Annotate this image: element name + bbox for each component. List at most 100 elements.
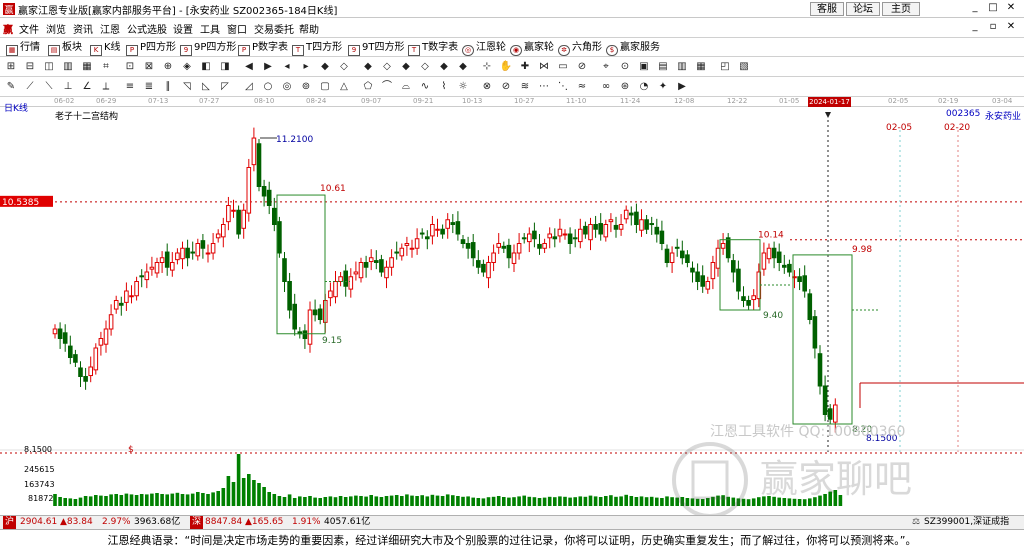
dbl-ring-icon[interactable]: ⊚ — [299, 80, 313, 94]
tri-c-icon[interactable]: ◸ — [218, 80, 232, 94]
diamond-icon[interactable]: ◈ — [180, 60, 194, 74]
prev-icon[interactable]: ◀ — [242, 60, 256, 74]
menu-file[interactable]: 文件 — [19, 21, 39, 36]
fill-icon[interactable]: ▣ — [637, 60, 651, 74]
pie-icon[interactable]: ◔ — [637, 80, 651, 94]
sparkle-icon[interactable]: ✦ — [656, 80, 670, 94]
pentagon-icon[interactable]: ⬠ — [361, 80, 375, 94]
parallel-icon[interactable]: ∥ — [161, 80, 175, 94]
menu-info[interactable]: 资讯 — [73, 21, 93, 36]
nav-winner-wheel[interactable]: ◉ 赢家轮 — [510, 40, 554, 56]
slash-icon[interactable]: ⊘ — [575, 60, 589, 74]
boxx-icon[interactable]: ⊠ — [142, 60, 156, 74]
nav-t-square[interactable]: T T四方形 — [292, 40, 342, 56]
panel-left-icon[interactable]: ◧ — [199, 60, 213, 74]
list-b-icon[interactable]: ▥ — [675, 60, 689, 74]
tri-b-icon[interactable]: ◺ — [199, 80, 213, 94]
next-icon[interactable]: ▶ — [261, 60, 275, 74]
circle-icon[interactable]: ⊙ — [618, 60, 632, 74]
menu-tools[interactable]: 工具 — [200, 21, 220, 36]
waves-icon[interactable]: ≋ — [518, 80, 532, 94]
line-down-icon[interactable]: ⟍ — [42, 80, 56, 94]
ban-icon[interactable]: ⊘ — [499, 80, 513, 94]
lines-4-icon[interactable]: ≣ — [142, 80, 156, 94]
approx-icon[interactable]: ≈ — [575, 80, 589, 94]
mark-h-icon[interactable]: ◆ — [456, 60, 470, 74]
dots-icon[interactable]: ⋯ — [537, 80, 551, 94]
mark-d-icon[interactable]: ◇ — [380, 60, 394, 74]
tri-a-icon[interactable]: ◹ — [180, 80, 194, 94]
circle-icon[interactable]: ○ — [261, 80, 275, 94]
hash-icon[interactable]: ⌗ — [99, 60, 113, 74]
panel-right-icon[interactable]: ◨ — [218, 60, 232, 74]
target-icon[interactable]: ⌖ — [599, 60, 613, 74]
window-icon[interactable]: ◫ — [42, 60, 56, 74]
forum-link[interactable]: 论坛 — [846, 2, 880, 16]
table-icon[interactable]: ▥ — [61, 60, 75, 74]
plus-icon[interactable]: ⊕ — [161, 60, 175, 74]
lines-3-icon[interactable]: ≡ — [123, 80, 137, 94]
menu-window[interactable]: 窗口 — [227, 21, 247, 36]
nav-quotes[interactable]: ▦ 行情 — [6, 40, 40, 56]
grid-icon[interactable]: ▦ — [80, 60, 94, 74]
line-up-icon[interactable]: ⟋ — [23, 80, 37, 94]
wave-icon[interactable]: ∿ — [418, 80, 432, 94]
perp-icon[interactable]: ⊥ — [61, 80, 75, 94]
nav-t-table[interactable]: T T数字表 — [408, 40, 458, 56]
step-fwd-icon[interactable]: ▸ — [299, 60, 313, 74]
menu-app-icon[interactable]: 赢 — [3, 21, 13, 36]
market-icon[interactable]: 沪 — [3, 516, 17, 529]
menu-help[interactable]: 帮助 — [299, 21, 319, 36]
mark-f-icon[interactable]: ◇ — [418, 60, 432, 74]
box-icon[interactable]: ⊡ — [123, 60, 137, 74]
cross-icon[interactable]: ⊹ — [480, 60, 494, 74]
nav-sectors[interactable]: ▤ 板块 — [48, 40, 82, 56]
nav-p-square[interactable]: P P四方形 — [126, 40, 176, 56]
star-circle-icon[interactable]: ⊛ — [618, 80, 632, 94]
ortho-icon[interactable]: ⟂ — [99, 80, 113, 94]
mark-a-icon[interactable]: ◆ — [318, 60, 332, 74]
corner-icon[interactable]: ◰ — [718, 60, 732, 74]
mark-g-icon[interactable]: ◆ — [437, 60, 451, 74]
ring-icon[interactable]: ◎ — [280, 80, 294, 94]
pen-icon[interactable]: ✎ — [4, 80, 18, 94]
home-link[interactable]: 主页 — [882, 2, 920, 16]
split-icon[interactable]: ⊟ — [23, 60, 37, 74]
mark-e-icon[interactable]: ◆ — [399, 60, 413, 74]
nav-hexagon[interactable]: ✲ 六角形 — [558, 40, 602, 56]
scale-icon[interactable]: ⚖ — [912, 516, 920, 529]
hatch-icon[interactable]: ▧ — [737, 60, 751, 74]
child-restore-icon[interactable]: ▫ — [986, 21, 1000, 34]
sun-icon[interactable]: ☼ — [456, 80, 470, 94]
segment-icon[interactable]: ⌓ — [399, 80, 413, 94]
child-minimize-icon[interactable]: _ — [968, 21, 982, 34]
menu-gann[interactable]: 江恩 — [100, 21, 120, 36]
crosshair-icon[interactable]: ✚ — [518, 60, 532, 74]
minimize-icon[interactable]: _ — [968, 2, 982, 15]
rect-icon[interactable]: ▭ — [556, 60, 570, 74]
triangle-icon[interactable]: △ — [337, 80, 351, 94]
kline-chart[interactable]: 11.210010.619.1510.149.409.988.208.15000… — [0, 108, 1024, 515]
customer-service-link[interactable]: 客服 — [810, 2, 844, 16]
layout-icon[interactable]: ⊞ — [4, 60, 18, 74]
angle-icon[interactable]: ∠ — [80, 80, 94, 94]
square-icon[interactable]: ▢ — [318, 80, 332, 94]
cross-circle-icon[interactable]: ⊗ — [480, 80, 494, 94]
nav-9t-square[interactable]: 9 9T四方形 — [348, 40, 404, 56]
child-close-icon[interactable]: ✕ — [1004, 21, 1018, 34]
step-back-icon[interactable]: ◂ — [280, 60, 294, 74]
list-c-icon[interactable]: ▦ — [694, 60, 708, 74]
menu-formula[interactable]: 公式选股 — [127, 21, 167, 36]
close-icon[interactable]: ✕ — [1004, 2, 1018, 15]
hand-icon[interactable]: ✋ — [499, 60, 513, 74]
sz-market-icon[interactable]: 深 — [190, 516, 204, 529]
zigzag-icon[interactable]: ⌇ — [437, 80, 451, 94]
list-a-icon[interactable]: ▤ — [656, 60, 670, 74]
nav-p-table[interactable]: P P数字表 — [238, 40, 288, 56]
mark-c-icon[interactable]: ◆ — [361, 60, 375, 74]
menu-settings[interactable]: 设置 — [173, 21, 193, 36]
arc-icon[interactable]: ⌒ — [380, 80, 394, 94]
nav-services[interactable]: $ 赢家服务 — [606, 40, 660, 56]
menu-trade[interactable]: 交易委托 — [254, 21, 294, 36]
nav-gann-wheel[interactable]: ◎ 江恩轮 — [462, 40, 506, 56]
